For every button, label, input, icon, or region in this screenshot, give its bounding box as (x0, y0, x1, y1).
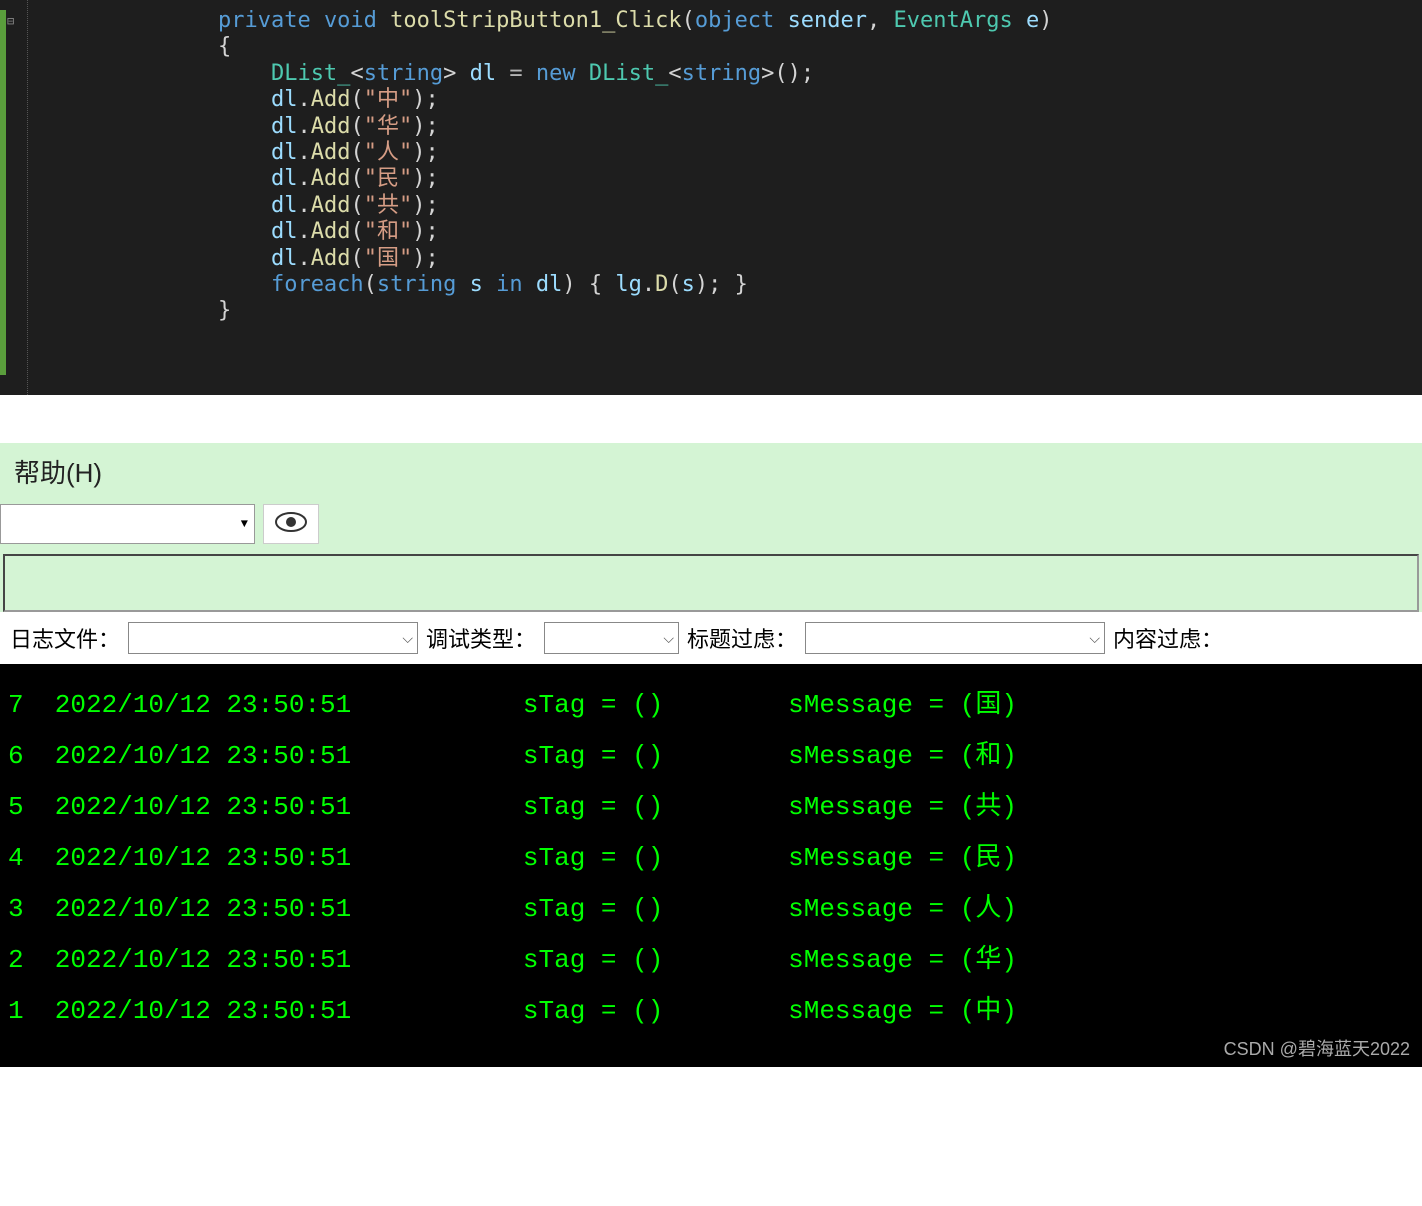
log-row: 5 2022/10/12 23:50:51 sTag = () sMessage… (8, 782, 1414, 833)
log-file-label: 日志文件： (10, 622, 120, 654)
title-filter-select[interactable]: ⌵ (805, 622, 1105, 654)
code-content[interactable]: private void toolStripButton1_Click(obje… (0, 8, 1422, 325)
debug-type-select[interactable]: ⌵ (544, 622, 679, 654)
code-line[interactable]: } (32, 298, 1422, 324)
chevron-down-icon: ▼ (241, 517, 248, 531)
help-panel: 帮助(H) ▼ (0, 443, 1422, 612)
log-row: 7 2022/10/12 23:50:51 sTag = () sMessage… (8, 680, 1414, 731)
chevron-down-icon: ⌵ (402, 630, 413, 647)
code-line[interactable]: foreach(string s in dl) { lg.D(s); } (32, 272, 1422, 298)
title-filter-label: 标题过虑： (687, 622, 797, 654)
editor-gutter: ⊟ (0, 0, 28, 395)
code-line[interactable]: dl.Add("民"); (32, 166, 1422, 192)
log-row: 1 2022/10/12 23:50:51 sTag = () sMessage… (8, 986, 1414, 1037)
code-line[interactable]: dl.Add("华"); (32, 114, 1422, 140)
watermark: CSDN @碧海蓝天2022 (1224, 1035, 1410, 1061)
code-line[interactable]: { (32, 34, 1422, 60)
search-textbox[interactable] (3, 554, 1419, 612)
code-line[interactable]: DList_<string> dl = new DList_<string>()… (32, 61, 1422, 87)
log-row: 4 2022/10/12 23:50:51 sTag = () sMessage… (8, 833, 1414, 884)
content-filter-label: 内容过虑： (1113, 622, 1223, 654)
collapse-icon[interactable]: ⊟ (7, 15, 14, 29)
log-file-select[interactable]: ⌵ (128, 622, 418, 654)
code-editor[interactable]: ⊟ private void toolStripButton1_Click(ob… (0, 0, 1422, 395)
eye-icon (274, 510, 308, 539)
code-line[interactable]: dl.Add("中"); (32, 87, 1422, 113)
log-output[interactable]: 7 2022/10/12 23:50:51 sTag = () sMessage… (0, 664, 1422, 1067)
code-line[interactable]: dl.Add("共"); (32, 193, 1422, 219)
log-row: 2 2022/10/12 23:50:51 sTag = () sMessage… (8, 935, 1414, 986)
help-menu[interactable]: 帮助(H) (0, 443, 1422, 500)
log-row: 6 2022/10/12 23:50:51 sTag = () sMessage… (8, 731, 1414, 782)
code-line[interactable]: private void toolStripButton1_Click(obje… (32, 8, 1422, 34)
code-line[interactable]: dl.Add("和"); (32, 219, 1422, 245)
chevron-down-icon: ⌵ (1089, 630, 1100, 647)
code-line[interactable]: dl.Add("国"); (32, 246, 1422, 272)
toolbar: ▼ (0, 500, 1422, 548)
log-row: 3 2022/10/12 23:50:51 sTag = () sMessage… (8, 884, 1414, 935)
chevron-down-icon: ⌵ (663, 630, 674, 647)
view-button[interactable] (263, 504, 319, 544)
toolbar-dropdown[interactable]: ▼ (0, 504, 255, 544)
filter-bar: 日志文件： ⌵ 调试类型： ⌵ 标题过虑： ⌵ 内容过虑： (0, 612, 1422, 664)
code-line[interactable]: dl.Add("人"); (32, 140, 1422, 166)
debug-type-label: 调试类型： (426, 622, 536, 654)
